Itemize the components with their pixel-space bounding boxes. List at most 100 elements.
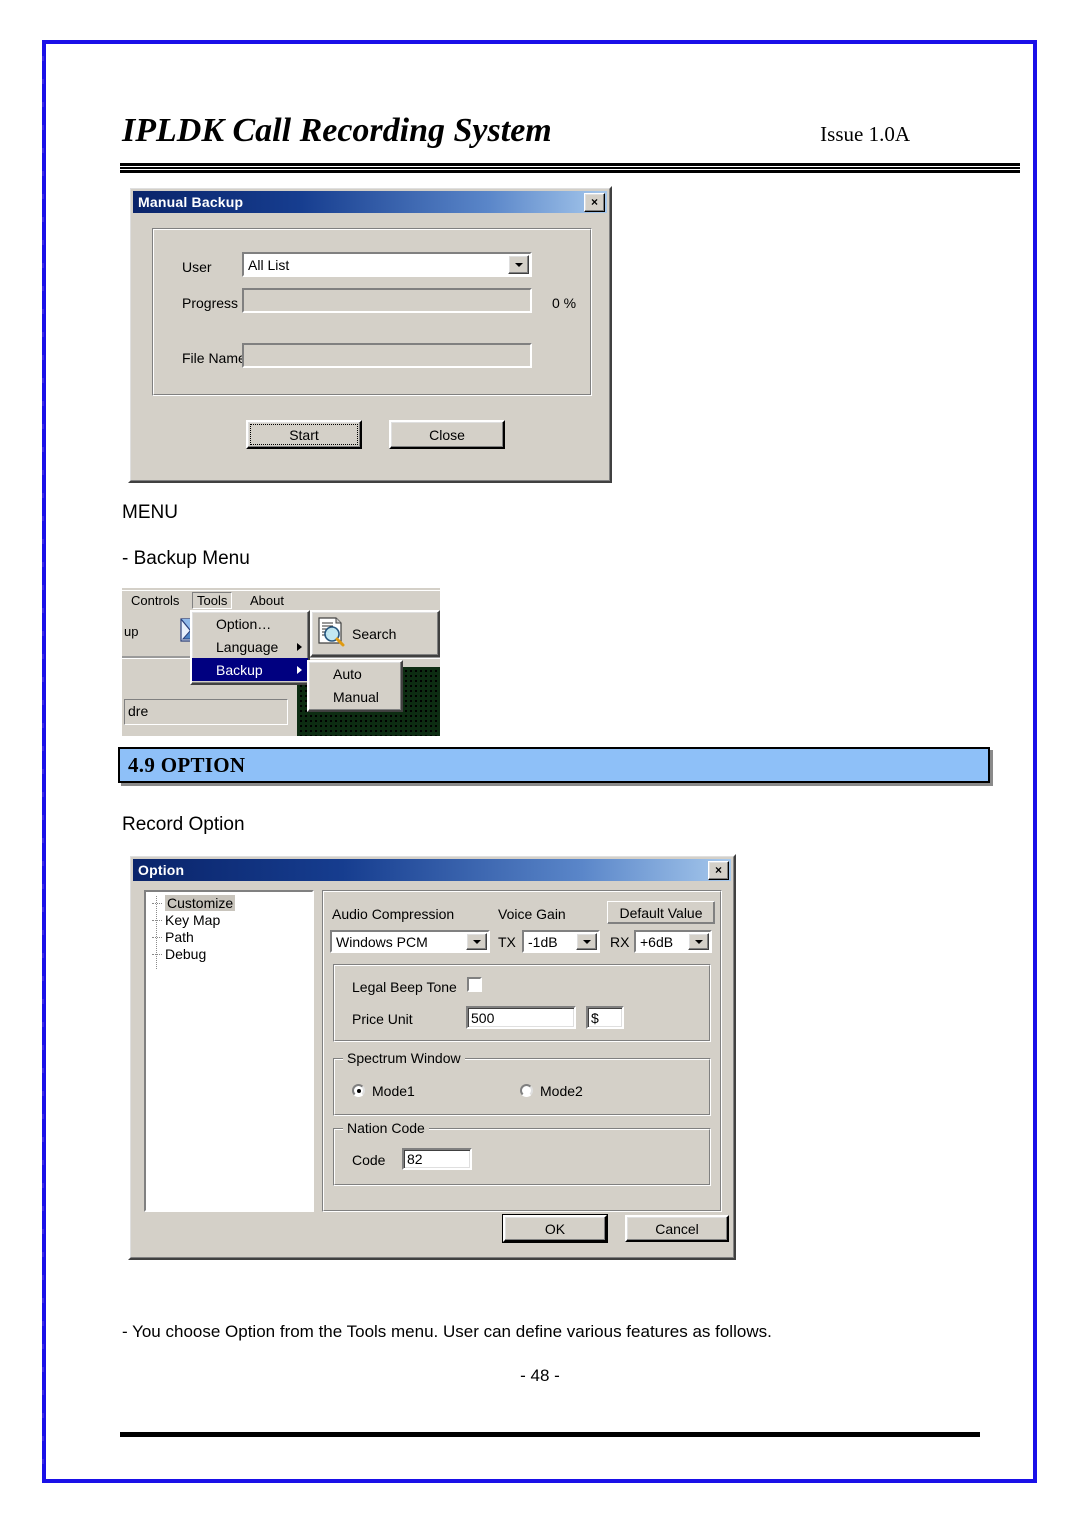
audio-compression-value: Windows PCM [336, 933, 428, 950]
tree-item-path-label: Path [165, 929, 194, 945]
tree-item-customize-label: Customize [165, 895, 236, 911]
backup-submenu: Auto Manual [307, 660, 403, 712]
tx-label: TX [498, 934, 516, 950]
spectrum-mode1-radio[interactable] [352, 1084, 365, 1097]
file-name-label: File Name [182, 350, 246, 366]
menu-item-option[interactable]: Option… [192, 612, 308, 635]
tools-dropdown-menu: Option… Language Backup [190, 610, 310, 685]
code-label: Code [352, 1152, 386, 1168]
user-label: User [182, 259, 212, 275]
spectrum-mode2-radio[interactable] [520, 1084, 533, 1097]
cancel-button[interactable]: Cancel [625, 1215, 729, 1242]
rx-gain-select[interactable]: +6dB [634, 930, 712, 953]
tree-item-customize[interactable]: Customize [152, 895, 310, 969]
currency-value: $ [591, 1009, 599, 1026]
option-titlebar: Option × [133, 859, 731, 881]
progress-bar [242, 288, 532, 313]
spectrum-mode2-label: Mode2 [540, 1083, 583, 1099]
voice-gain-label: Voice Gain [498, 906, 566, 922]
search-flyout-label: Search [352, 625, 397, 642]
tree-item-key-map[interactable]: Key Map [152, 912, 310, 930]
submenu-arrow-icon [297, 665, 302, 674]
menu-item-backup-label: Backup [216, 661, 263, 678]
tree-connector [152, 954, 162, 955]
nation-code-legend: Nation Code [343, 1120, 429, 1136]
default-value-button[interactable]: Default Value [607, 901, 715, 924]
record-option-subtitle: Record Option [122, 814, 245, 835]
menu-heading: MENU [122, 502, 178, 523]
legal-beep-tone-label: Legal Beep Tone [352, 979, 457, 995]
running-header: IPLDK Call Recording System Issue 1.0A [122, 112, 982, 158]
option-title: Option [138, 862, 185, 878]
user-select[interactable]: All List [242, 252, 532, 277]
section-heading-text: 4.9 OPTION [128, 752, 246, 777]
tree-connector [152, 937, 162, 938]
close-icon[interactable]: × [584, 192, 605, 212]
menubar: Controls Tools About [122, 590, 440, 611]
tree-connector [152, 920, 162, 921]
tree-item-debug[interactable]: Debug [152, 946, 310, 964]
tree-item-debug-label: Debug [165, 946, 207, 962]
submenu-arrow-icon [297, 642, 302, 651]
manual-backup-title: Manual Backup [138, 194, 244, 210]
backup-menu-subheading: - Backup Menu [122, 548, 250, 569]
tx-gain-select[interactable]: -1dB [522, 930, 600, 953]
price-unit-value: 500 [471, 1009, 495, 1026]
currency-input[interactable]: $ [586, 1006, 624, 1029]
spectrum-mode1-label: Mode1 [372, 1083, 415, 1099]
beep-price-group [333, 964, 711, 1042]
menu-item-language-label: Language [216, 638, 279, 655]
document-title: IPLDK Call Recording System [122, 112, 552, 149]
chevron-down-icon[interactable] [466, 933, 487, 950]
manual-backup-titlebar: Manual Backup × [133, 191, 607, 213]
chevron-down-icon[interactable] [508, 255, 529, 274]
chevron-down-icon[interactable] [688, 933, 709, 950]
menubar-item-tools[interactable]: Tools [192, 592, 233, 609]
footer-rule [120, 1432, 980, 1437]
option-dialog: Option × Customize Key Map Path Debug Au… [128, 854, 736, 1260]
price-unit-input[interactable]: 500 [466, 1006, 576, 1029]
user-select-value: All List [248, 256, 290, 273]
start-button[interactable]: Start [246, 420, 362, 449]
code-input[interactable]: 82 [402, 1148, 472, 1170]
menubar-item-controls[interactable]: Controls [126, 592, 184, 609]
rx-label: RX [610, 934, 630, 950]
menubar-item-about[interactable]: About [245, 592, 289, 609]
audio-compression-select[interactable]: Windows PCM [330, 930, 490, 953]
name-field-text: dre [128, 703, 149, 719]
page-number: - 48 - [520, 1366, 560, 1385]
search-document-icon [316, 615, 346, 652]
tx-gain-value: -1dB [528, 933, 558, 950]
option-category-tree[interactable]: Customize Key Map Path Debug [144, 890, 314, 1212]
chevron-down-icon[interactable] [576, 933, 597, 950]
issue-label: Issue 1.0A [820, 122, 910, 146]
ok-button[interactable]: OK [502, 1214, 608, 1243]
menu-item-backup[interactable]: Backup [192, 658, 308, 681]
toolbar-partial-label: up [124, 624, 139, 639]
file-name-input[interactable] [242, 343, 532, 368]
submenu-item-manual[interactable]: Manual [309, 685, 401, 708]
tree-item-key-map-label: Key Map [165, 912, 221, 928]
spectrum-window-legend: Spectrum Window [343, 1050, 465, 1066]
price-unit-label: Price Unit [352, 1011, 413, 1027]
progress-percent: 0 % [552, 295, 577, 311]
legal-beep-tone-checkbox[interactable] [467, 977, 482, 992]
search-flyout[interactable]: Search [310, 610, 440, 657]
rx-gain-value: +6dB [640, 933, 674, 950]
menu-item-option-label: Option… [216, 615, 272, 632]
submenu-item-auto-label: Auto [333, 665, 362, 682]
submenu-item-auto[interactable]: Auto [309, 662, 401, 685]
progress-label: Progress [182, 295, 239, 311]
name-field[interactable]: dre [124, 699, 288, 725]
close-button[interactable]: Close [389, 420, 505, 449]
nation-code-group: Nation Code [333, 1120, 711, 1186]
header-rule [120, 163, 1020, 174]
tools-menu-screenshot: up dre Controls Tools About Search Optio… [122, 588, 440, 736]
menu-item-language[interactable]: Language [192, 635, 308, 658]
footer-note: - You choose Option from the Tools menu.… [122, 1322, 772, 1341]
section-heading: 4.9 OPTION [118, 747, 990, 783]
audio-compression-label: Audio Compression [332, 906, 455, 922]
tree-item-path[interactable]: Path [152, 929, 310, 947]
close-icon[interactable]: × [708, 860, 729, 880]
tree-connector [152, 903, 162, 904]
